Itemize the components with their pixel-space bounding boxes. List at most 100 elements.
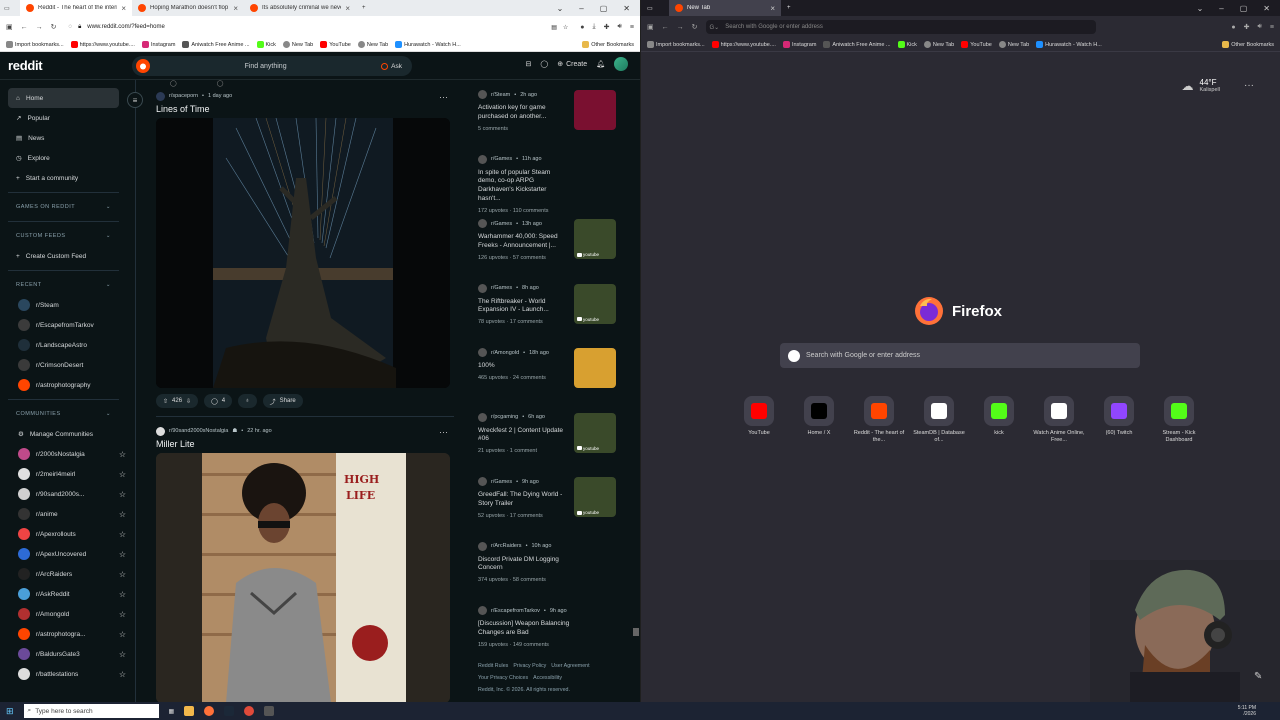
top-site-tile[interactable]: kick xyxy=(969,396,1029,444)
star-icon[interactable]: ☆ xyxy=(119,650,126,659)
rail-title[interactable]: GreedFall: The Dying World - Story Trail… xyxy=(478,491,570,509)
create-button[interactable]: ⊕ Create xyxy=(557,60,587,69)
post-card[interactable]: r/90sand2000sNostalgia ☗ • 22 hr. ago ··… xyxy=(150,425,460,702)
sidebar-item-popular[interactable]: ↗ Popular xyxy=(8,108,119,128)
comments-button[interactable]: ◯ 4 xyxy=(204,394,233,408)
extension-icon[interactable]: ● xyxy=(1231,24,1235,31)
rail-item[interactable]: r/Games • 13h ago Warhammer 40,000: Speed F… xyxy=(470,213,622,278)
community-item[interactable]: r/anime ☆ xyxy=(8,504,126,524)
rail-thumbnail[interactable]: youtube xyxy=(574,412,616,453)
bookmark-newtab-2[interactable]: New Tab xyxy=(357,41,388,48)
recent-item-tarkov[interactable]: r/EscapefromTarkov xyxy=(8,315,126,335)
top-site-tile[interactable]: Home / X xyxy=(789,396,849,444)
bookmark-youtube[interactable]: YouTube xyxy=(961,41,992,48)
tab-new-tab[interactable]: New Tab × xyxy=(669,0,781,16)
rail-item[interactable]: r/EscapefromTarkov • 9h ago [Discussion] We… xyxy=(470,600,622,665)
community-item[interactable]: r/90sand2000s... ☆ xyxy=(8,484,126,504)
bookmark-newtab[interactable]: New Tab xyxy=(923,41,954,48)
community-item[interactable]: r/astrophotogra... ☆ xyxy=(8,624,126,644)
back-icon[interactable]: ← xyxy=(21,24,28,31)
plus-icon[interactable]: + xyxy=(362,5,366,11)
chevron-down-icon[interactable]: ⌄ xyxy=(1197,4,1204,13)
close-window-icon[interactable]: ✕ xyxy=(1263,4,1270,13)
other-bookmarks[interactable]: Other Bookmarks xyxy=(1222,41,1274,48)
bookmark-aniwatch[interactable]: Aniwatch Free Anime ... xyxy=(182,41,250,48)
forward-icon[interactable]: → xyxy=(36,24,43,31)
comment-icon[interactable]: ◯ xyxy=(170,80,177,90)
award-icon[interactable]: ◯ xyxy=(217,80,224,90)
advertise-icon[interactable]: ⊟ xyxy=(526,60,532,68)
section-custom-feeds-header[interactable]: CUSTOM FEEDS ⌄ xyxy=(8,226,135,246)
community-item[interactable]: r/AskReddit ☆ xyxy=(8,584,126,604)
rail-title[interactable]: Activation key for game purchased on ano… xyxy=(478,104,570,122)
obs-icon[interactable] xyxy=(244,706,255,716)
rail-item[interactable]: r/Amongold • 18h ago 100% 465 upvotes · 24 c… xyxy=(470,342,622,407)
bookmark-instagram[interactable]: Instagram xyxy=(782,41,816,48)
url-input[interactable]: Search with Google or enter address xyxy=(725,24,823,30)
sidebar-toggle-icon[interactable]: ▣ xyxy=(647,23,654,31)
top-site-tile[interactable]: Reddit - The heart of the... xyxy=(849,396,909,444)
bookmark-aniwatch[interactable]: Aniwatch Free Anime ... xyxy=(823,41,891,48)
taskbar-search[interactable]: ⌕ Type here to search xyxy=(23,704,159,718)
menu-icon[interactable]: ≡ xyxy=(1270,24,1274,31)
address-bar[interactable]: G⌄ Search with Google or enter address xyxy=(705,20,1096,34)
maximize-icon[interactable]: ▢ xyxy=(1240,4,1248,13)
star-icon[interactable]: ☆ xyxy=(119,470,126,479)
clock[interactable]: 5:11 PM /2026 xyxy=(1238,705,1280,717)
rail-item[interactable]: r/Games • 11h ago In spite of popular Steam… xyxy=(470,149,622,214)
shield-icon[interactable]: ◌ xyxy=(69,24,73,30)
rail-title[interactable]: Discord Private DM Logging Concern xyxy=(478,556,570,574)
menu-icon[interactable]: ≡ xyxy=(630,24,634,31)
rail-item[interactable]: r/ArcRaiders • 10h ago Discord Private DM L… xyxy=(470,536,622,601)
rail-subreddit[interactable]: r/Games xyxy=(491,285,512,291)
bookmark-youtube-url[interactable]: https://www.youtube.... xyxy=(70,41,135,48)
rail-subreddit[interactable]: r/EscapefromTarkov xyxy=(491,608,540,614)
rail-title[interactable]: The Riftbreaker - World Expansion IV - L… xyxy=(478,298,570,316)
sound-icon[interactable]: 🔊︎ xyxy=(1257,23,1261,31)
bookmark-kick[interactable]: Kick xyxy=(256,41,276,48)
bookmark-instagram[interactable]: Instagram xyxy=(141,41,175,48)
sidebar-toggle-icon[interactable]: ▣ xyxy=(6,23,13,31)
post-title[interactable]: Miller Lite xyxy=(156,439,460,449)
manage-communities[interactable]: ⚙ Manage Communities xyxy=(8,424,126,444)
rail-title[interactable]: Wreckfest 2 | Content Update #06 xyxy=(478,427,570,445)
rail-title[interactable]: 100% xyxy=(478,362,570,371)
rail-subreddit[interactable]: r/Games xyxy=(491,156,512,162)
sidebar-item-explore[interactable]: ◷ Explore xyxy=(8,148,119,168)
section-games-header[interactable]: GAMES ON REDDIT ⌄ xyxy=(8,197,135,217)
close-icon[interactable]: × xyxy=(233,4,238,13)
rail-title[interactable]: Warhammer 40,000: Speed Freeks - Announc… xyxy=(478,233,570,251)
star-icon[interactable]: ☆ xyxy=(119,550,126,559)
rail-subreddit[interactable]: r/Games xyxy=(491,221,512,227)
puzzle-icon[interactable]: ✚ xyxy=(604,23,610,31)
bookmark-newtab[interactable]: New Tab xyxy=(282,41,313,48)
footer-link[interactable]: Privacy Policy xyxy=(513,663,546,669)
community-item[interactable]: r/BaldursGate3 ☆ xyxy=(8,644,126,664)
recent-item-astrophotography[interactable]: r/astrophotography xyxy=(8,375,126,395)
rail-thumbnail[interactable]: youtube xyxy=(574,219,616,259)
reader-icon[interactable]: ▤ xyxy=(551,24,557,31)
rail-subreddit[interactable]: r/Amongold xyxy=(491,350,519,356)
star-icon[interactable]: ☆ xyxy=(119,450,126,459)
top-site-tile[interactable]: (60) Twitch xyxy=(1089,396,1149,444)
reload-icon[interactable]: ↻ xyxy=(51,23,57,31)
downvote-icon[interactable]: ⇩ xyxy=(186,398,191,405)
bookmark-kick[interactable]: Kick xyxy=(897,41,917,48)
steam-icon[interactable] xyxy=(224,706,235,716)
chevron-down-icon[interactable]: ⌄ xyxy=(557,4,564,13)
close-icon[interactable]: × xyxy=(345,4,350,13)
sidebar-item-home[interactable]: ⌂ Home xyxy=(8,88,119,108)
reload-icon[interactable]: ↻ xyxy=(692,23,698,31)
rail-title[interactable]: [Discussion] Weapon Balancing Changes ar… xyxy=(478,620,570,638)
rail-subreddit[interactable]: r/ArcRaiders xyxy=(491,543,522,549)
sidebar-item-news[interactable]: ▤ News xyxy=(8,128,119,148)
new-tab-button[interactable]: + xyxy=(356,0,376,16)
community-item[interactable]: r/ApexUncovered ☆ xyxy=(8,544,126,564)
rail-subreddit[interactable]: r/Games xyxy=(491,479,512,485)
lock-icon[interactable]: 🔒︎ xyxy=(78,24,81,31)
rail-thumbnail[interactable]: youtube xyxy=(574,283,616,324)
ask-button[interactable]: Ask xyxy=(381,62,408,70)
tab-marathon[interactable]: Hoping Marathon doesn't flop × xyxy=(132,0,244,16)
bookmark-newtab-2[interactable]: New Tab xyxy=(998,41,1029,48)
top-site-tile[interactable]: Watch Anime Online, Free... xyxy=(1029,396,1089,444)
